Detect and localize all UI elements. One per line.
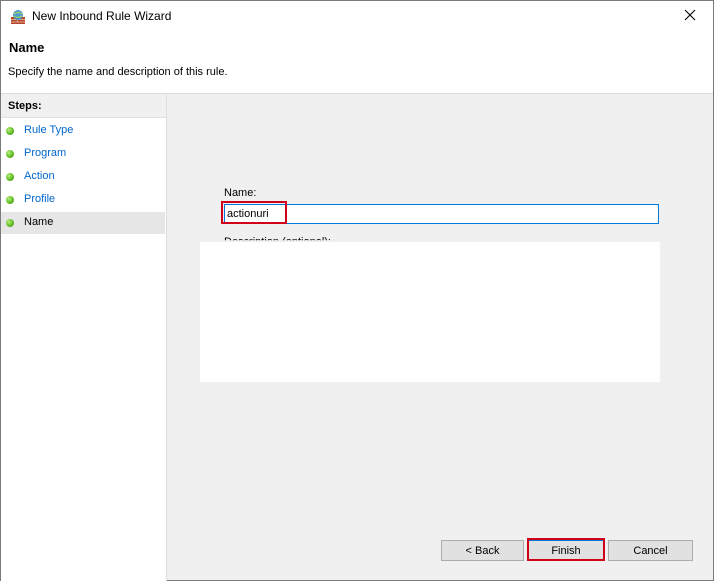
step-label: Profile bbox=[24, 193, 56, 205]
cancel-button[interactable]: Cancel bbox=[608, 540, 693, 561]
step-profile[interactable]: Profile bbox=[1, 189, 165, 211]
close-button[interactable] bbox=[667, 1, 713, 32]
step-status-icon bbox=[6, 219, 14, 227]
finish-button[interactable]: Finish bbox=[528, 540, 604, 561]
close-icon bbox=[684, 9, 696, 24]
page-subtitle: Specify the name and description of this… bbox=[8, 66, 228, 78]
name-label: Name: bbox=[224, 187, 257, 199]
page-title: Name bbox=[9, 40, 45, 55]
step-program[interactable]: Program bbox=[1, 143, 165, 165]
name-input[interactable] bbox=[224, 204, 659, 224]
step-status-icon bbox=[6, 150, 14, 158]
step-label: Rule Type bbox=[24, 124, 74, 136]
description-field[interactable] bbox=[200, 242, 660, 382]
step-label: Name bbox=[24, 216, 54, 228]
step-status-icon bbox=[6, 127, 14, 135]
step-label: Program bbox=[24, 147, 67, 159]
step-status-icon bbox=[6, 173, 14, 181]
back-button[interactable]: < Back bbox=[441, 540, 524, 561]
title-bar: New Inbound Rule Wizard bbox=[1, 1, 713, 32]
steps-header: Steps: bbox=[1, 95, 166, 118]
steps-title: Steps: bbox=[8, 100, 42, 112]
wizard-window: New Inbound Rule Wizard Name Specify the… bbox=[0, 0, 714, 581]
step-action[interactable]: Action bbox=[1, 166, 165, 188]
window-title: New Inbound Rule Wizard bbox=[32, 9, 172, 23]
step-name[interactable]: Name bbox=[1, 212, 165, 234]
step-rule-type[interactable]: Rule Type bbox=[1, 120, 165, 142]
steps-panel: Steps: Rule Type Program Action Profile … bbox=[1, 95, 167, 581]
step-status-icon bbox=[6, 196, 14, 204]
page-header: Name Specify the name and description of… bbox=[1, 32, 713, 94]
firewall-icon bbox=[10, 9, 26, 25]
step-label: Action bbox=[24, 170, 55, 182]
